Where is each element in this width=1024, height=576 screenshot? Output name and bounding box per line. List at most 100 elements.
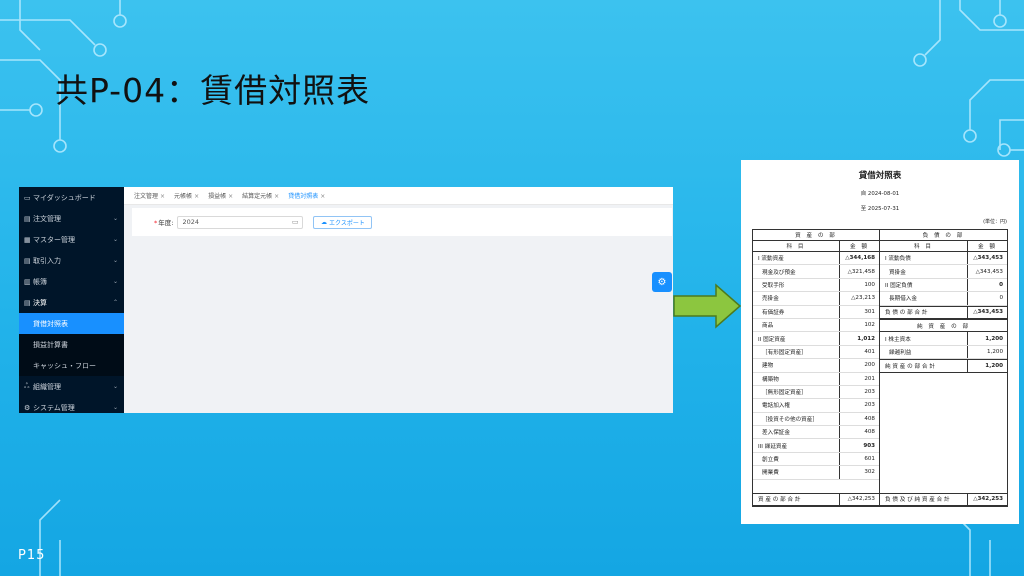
chevron-down-icon: ⌄: [112, 278, 118, 285]
sidebar-item-label: システム管理: [33, 403, 75, 412]
asset-item-amount: △23,213: [839, 292, 879, 305]
sidebar-item-balance-sheet[interactable]: 貸借対照表: [19, 313, 124, 334]
tab-bar: 注文管理 × 元帳帳 × 損益帳 × 結算定元帳 × 貸借対照表 ×: [124, 187, 673, 205]
asset-item-amount: 601: [839, 452, 879, 466]
asset-item-name: II 固定資産: [758, 336, 786, 343]
sidebar-item-transaction[interactable]: ▤ 取引入力 ⌄: [19, 250, 124, 271]
grand-total-row: 負 債 及 び 純 資 産 合 計 △342,253: [880, 492, 1007, 506]
net-assets-total-row: 純 資 産 の 部 合 計 1,200: [880, 359, 1007, 373]
close-icon[interactable]: ×: [274, 193, 279, 200]
liability-row: I 流動負債 △343,453: [880, 252, 1007, 266]
asset-row: ［無形固定資産］ 203: [753, 385, 879, 400]
app-screenshot: ▭ マイダッシュボード ▤ 注文管理 ⌄ ▦ マスター管理 ⌄ ▤ 取引入力 ⌄…: [19, 187, 673, 413]
tab-label: 注文管理: [134, 193, 159, 200]
asset-item-amount: 302: [839, 466, 879, 479]
tab-settlement-ledger[interactable]: 結算定元帳 ×: [242, 191, 279, 200]
liability-row: II 固定負債 0: [880, 278, 1007, 293]
asset-row: ［投資その他の資産］ 408: [753, 412, 879, 427]
net-asset-item-name: I 株主資本: [885, 336, 911, 343]
gear-icon: ⚙: [657, 276, 667, 288]
close-icon[interactable]: ×: [320, 193, 325, 200]
year-label-text: 年度:: [158, 219, 174, 227]
asset-item-amount: 408: [839, 426, 879, 439]
asset-item-amount: △344,168: [839, 252, 879, 265]
grand-total-amount: △342,253: [967, 493, 1007, 505]
sidebar-item-label: 取引入力: [33, 256, 61, 265]
page-number: P15: [18, 548, 46, 563]
asset-item-name: 差入保証金: [762, 430, 790, 437]
tab-label: 元帳帳: [174, 193, 193, 200]
sidebar-item-order[interactable]: ▤ 注文管理 ⌄: [19, 208, 124, 229]
assets-total-amount: △342,253: [839, 493, 879, 505]
asset-row: ［有形固定資産］ 401: [753, 345, 879, 360]
ledger-icon: ▥: [24, 277, 31, 286]
asset-item-name: ［有形固定資産］: [762, 349, 807, 356]
sidebar-item-income-statement[interactable]: 損益計算書: [19, 334, 124, 355]
net-asset-row: I 株主資本 1,200: [880, 332, 1007, 346]
tab-balance-sheet[interactable]: 貸借対照表 ×: [288, 191, 325, 200]
sidebar-item-ledger[interactable]: ▥ 帳簿 ⌄: [19, 271, 124, 292]
net-asset-row: 繰越利益 1,200: [880, 345, 1007, 360]
slide-title: 共P-04：賃借対照表: [55, 71, 371, 110]
asset-item-amount: △321,458: [839, 265, 879, 278]
asset-row: III 繰延資産 903: [753, 439, 879, 453]
grand-total-label: 負 債 及 び 純 資 産 合 計: [885, 497, 950, 504]
asset-item-name: 開業費: [762, 470, 779, 477]
asset-item-name: III 繰延資産: [758, 443, 788, 450]
sidebar-item-label: 注文管理: [33, 214, 61, 223]
liability-item-amount: △343,453: [967, 252, 1007, 265]
asset-item-amount: 100: [839, 278, 879, 292]
asset-item-name: 創立費: [762, 457, 779, 464]
asset-item-amount: 1,012: [839, 332, 879, 345]
transaction-icon: ▤: [24, 256, 31, 265]
organization-icon: ஃ: [24, 382, 30, 390]
asset-row: 建物 200: [753, 359, 879, 373]
main-content: 注文管理 × 元帳帳 × 損益帳 × 結算定元帳 × 貸借対照表 × *年度: 2024 …: [124, 187, 673, 413]
year-label: *年度:: [154, 217, 173, 227]
sidebar-item-organization[interactable]: ஃ 組織管理 ⌄: [19, 376, 124, 397]
chevron-down-icon: ⌄: [112, 257, 118, 264]
column-header: 科 目 金 額: [753, 241, 879, 252]
tab-label: 損益帳: [208, 193, 227, 200]
asset-item-name: ［無形固定資産］: [762, 390, 807, 397]
tab-order[interactable]: 注文管理 ×: [134, 191, 165, 200]
settings-floating-button[interactable]: ⚙: [652, 272, 672, 292]
net-asset-item-amount: 1,200: [967, 332, 1007, 345]
chevron-up-icon: ⌃: [112, 299, 118, 306]
asset-item-amount: 408: [839, 412, 879, 426]
liabilities-header: 負 債 の 部: [880, 230, 1007, 241]
sidebar-item-settlement[interactable]: ▤ 決算 ⌃: [19, 292, 124, 313]
sidebar-item-master[interactable]: ▦ マスター管理 ⌄: [19, 229, 124, 250]
col-item: 科 目: [914, 244, 933, 250]
asset-row: 創立費 601: [753, 452, 879, 467]
year-picker[interactable]: 2024 ▭: [177, 215, 304, 229]
close-icon[interactable]: ×: [228, 193, 233, 200]
liabilities-rows: I 流動負債 △343,453 買掛金 △343,453 II 固定負債 0 長期借入金 0: [880, 252, 1007, 306]
export-button[interactable]: ☁ エクスポート: [313, 215, 373, 229]
close-icon[interactable]: ×: [160, 193, 165, 200]
close-icon[interactable]: ×: [194, 193, 199, 200]
chevron-down-icon: ⌄: [112, 215, 118, 222]
chevron-down-icon: ⌄: [112, 383, 118, 390]
liability-item-amount: 0: [967, 278, 1007, 292]
tab-profit-loss[interactable]: 損益帳 ×: [208, 191, 233, 200]
sidebar-item-cash-flow[interactable]: キャッシュ・フロー: [19, 355, 124, 376]
asset-item-amount: 201: [839, 372, 879, 385]
asset-item-name: ［投資その他の資産］: [762, 416, 818, 423]
asset-item-amount: 401: [839, 345, 879, 359]
asset-item-name: 建物: [762, 363, 774, 370]
asset-row: 差入保証金 408: [753, 426, 879, 440]
sidebar-item-label: 決算: [33, 298, 47, 307]
sidebar-item-system[interactable]: ⚙ システム管理 ⌄: [19, 397, 124, 413]
order-icon: ▤: [24, 214, 31, 223]
asset-item-name: 構築物: [762, 376, 779, 383]
asset-row: 電話加入権 203: [753, 399, 879, 413]
sidebar-item-label: 帳簿: [33, 277, 47, 286]
liabilities-total-amount: △343,453: [967, 306, 1007, 318]
tab-ledger[interactable]: 元帳帳 ×: [174, 191, 199, 200]
asset-item-name: I 流動資産: [758, 256, 784, 263]
cloud-download-icon: ☁: [321, 218, 328, 226]
liability-row: 長期借入金 0: [880, 292, 1007, 306]
sidebar-item-dashboard[interactable]: ▭ マイダッシュボード: [19, 187, 124, 208]
asset-row: 有価証券 301: [753, 305, 879, 319]
